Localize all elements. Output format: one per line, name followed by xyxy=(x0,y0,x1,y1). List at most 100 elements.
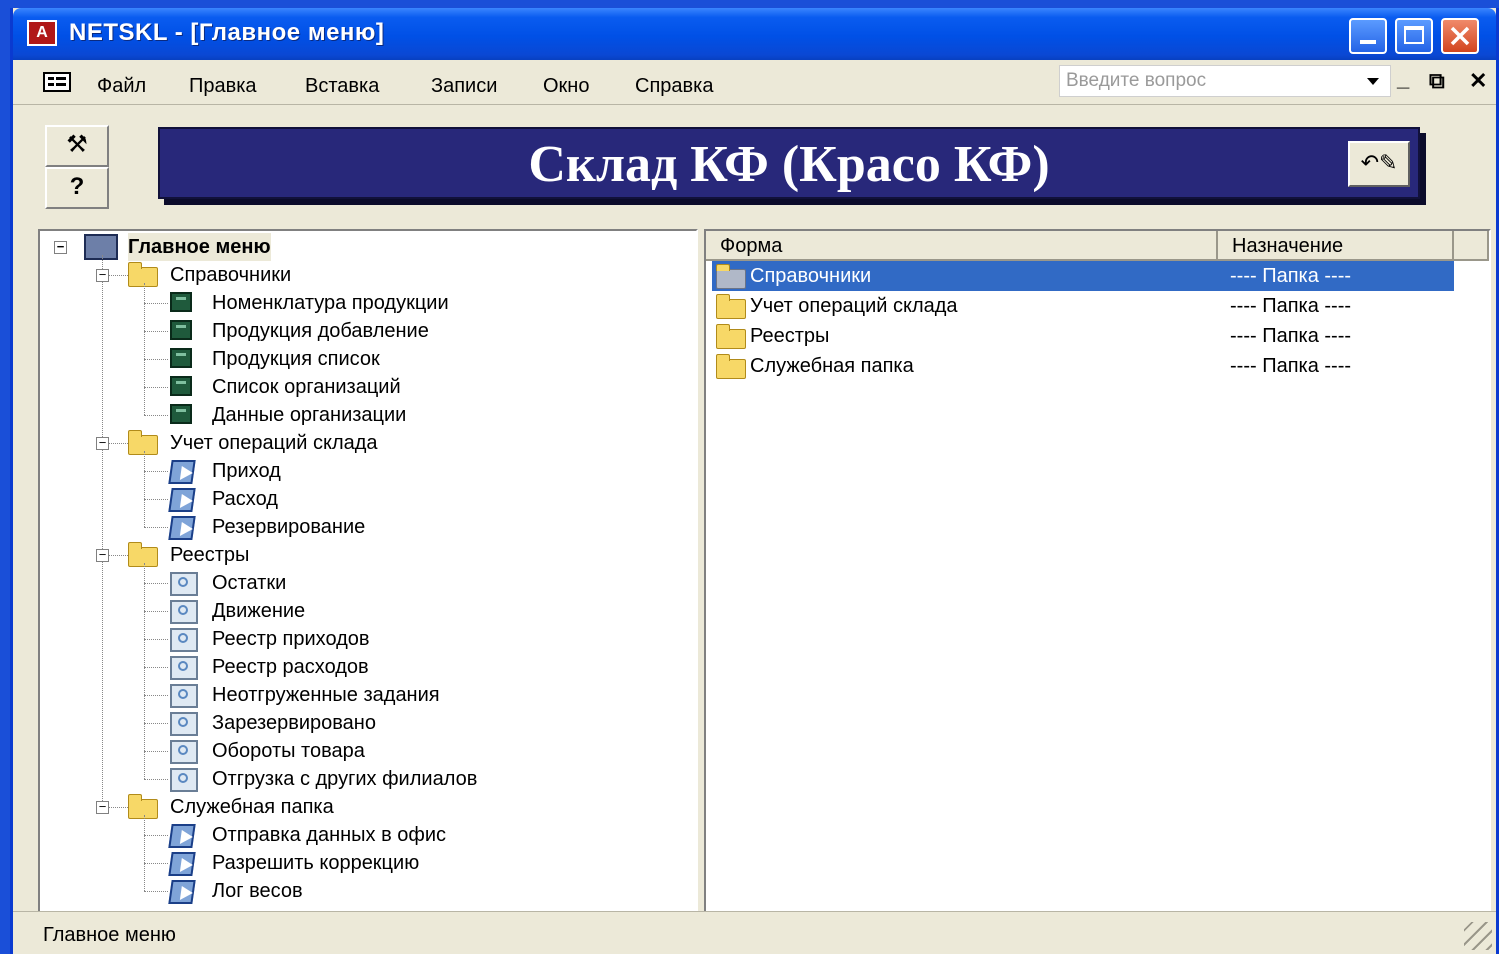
tree-item-label: Отгрузка с других филиалов xyxy=(212,768,478,790)
forms-list[interactable]: Форма Назначение Справочники ---- Папка -… xyxy=(704,229,1491,917)
question-dropdown-icon[interactable] xyxy=(1367,78,1379,85)
menu-tree[interactable]: − Главное меню − Справочники Номенклатура пр… xyxy=(38,229,698,917)
macro-icon xyxy=(168,488,196,512)
menu-insert[interactable]: Вставка xyxy=(305,75,379,98)
menu-file[interactable]: Файл xyxy=(97,75,146,98)
banner-title: Склад КФ (Красо КФ) xyxy=(528,136,1050,193)
collapse-icon[interactable]: − xyxy=(96,436,109,450)
form-control-icon[interactable] xyxy=(43,72,71,92)
tree-item[interactable]: Разрешить коррекцию xyxy=(40,849,660,877)
tree-item[interactable]: Отправка данных в офис xyxy=(40,821,660,849)
tree-folder[interactable]: − Реестры xyxy=(40,541,640,569)
list-row[interactable]: Справочники ---- Папка ---- xyxy=(712,261,1454,291)
tree-item[interactable]: Лог весов xyxy=(40,877,660,905)
form-icon xyxy=(170,348,192,368)
tree-item[interactable]: Резервирование xyxy=(40,513,660,541)
tree-item-label: Резервирование xyxy=(212,516,366,538)
mdi-minimize-icon[interactable]: _ xyxy=(1397,66,1409,92)
tree-item[interactable]: Обороты товара xyxy=(40,737,660,765)
folder-icon xyxy=(128,430,158,455)
main-menu-form: ⚒ ? Склад КФ (Красо КФ) ↶✎ − Главное меню… xyxy=(13,104,1496,917)
macro-icon xyxy=(168,880,196,904)
tree-root[interactable]: − Главное меню xyxy=(40,233,640,261)
exit-button[interactable]: ↶✎ xyxy=(1348,141,1410,187)
tree-item-label: Продукция список xyxy=(212,348,380,370)
form-icon xyxy=(170,404,192,424)
row-form-name: Справочники xyxy=(750,265,872,287)
row-purpose: ---- Папка ---- xyxy=(1230,265,1352,287)
tree-item[interactable]: Движение xyxy=(40,597,660,625)
minimize-button[interactable] xyxy=(1349,18,1387,54)
maximize-button[interactable] xyxy=(1395,18,1433,54)
tree-root-label: Главное меню xyxy=(128,233,271,261)
minimize-icon xyxy=(1360,40,1376,44)
tree-folder[interactable]: − Служебная папка xyxy=(40,793,640,821)
collapse-icon[interactable]: − xyxy=(96,268,109,282)
tree-item[interactable]: Номенклатура продукции xyxy=(40,289,660,317)
tree-folder-label: Учет операций склада xyxy=(170,432,378,454)
mdi-restore-icon[interactable]: ⧉ xyxy=(1429,68,1445,94)
column-header-form[interactable]: Форма xyxy=(706,231,1218,261)
tree-item-label: Обороты товара xyxy=(212,740,365,762)
menu-window[interactable]: Окно xyxy=(543,75,589,98)
tree-item[interactable]: Продукция добавление xyxy=(40,317,660,345)
folder-icon xyxy=(716,324,746,349)
folder-icon xyxy=(716,354,746,379)
window-title: NETSKL - [Главное меню] xyxy=(69,19,385,46)
tree-item[interactable]: Остатки xyxy=(40,569,660,597)
folder-icon xyxy=(716,294,746,319)
list-row[interactable]: Служебная папка ---- Папка ---- xyxy=(712,351,1454,381)
tree-item[interactable]: Данные организации xyxy=(40,401,660,429)
tree-guide xyxy=(144,359,168,360)
tree-item[interactable]: Продукция список xyxy=(40,345,660,373)
title-bar[interactable]: A NETSKL - [Главное меню] xyxy=(13,8,1496,60)
tree-folder[interactable]: − Учет операций склада xyxy=(40,429,640,457)
menu-edit[interactable]: Правка xyxy=(189,75,257,98)
tree-item[interactable]: Реестр расходов xyxy=(40,653,660,681)
menu-help[interactable]: Справка xyxy=(635,75,713,98)
column-header-purpose[interactable]: Назначение xyxy=(1218,231,1454,261)
menu-records[interactable]: Записи xyxy=(431,75,497,98)
report-icon xyxy=(170,628,198,652)
resize-grip-icon[interactable] xyxy=(1464,922,1492,950)
access-app-icon[interactable]: A xyxy=(27,20,57,46)
mdi-close-icon[interactable]: ✕ xyxy=(1469,68,1487,94)
tree-guide xyxy=(144,611,168,612)
tree-guide xyxy=(144,863,168,864)
close-button[interactable] xyxy=(1441,18,1479,54)
report-icon xyxy=(170,572,198,596)
tree-item[interactable]: Отгрузка с других филиалов xyxy=(40,765,660,793)
list-row[interactable]: Учет операций склада ---- Папка ---- xyxy=(712,291,1454,321)
tree-guide xyxy=(144,751,168,752)
folder-icon xyxy=(716,264,746,289)
tree-item[interactable]: Приход xyxy=(40,457,660,485)
collapse-icon[interactable]: − xyxy=(96,800,109,814)
tree-item-label: Неотгруженные задания xyxy=(212,684,440,706)
tree-guide xyxy=(144,667,168,668)
tree-item-label: Номенклатура продукции xyxy=(212,292,449,314)
question-input[interactable]: Введите вопрос xyxy=(1059,65,1391,97)
list-row[interactable]: Реестры ---- Папка ---- xyxy=(712,321,1454,351)
column-header-filler xyxy=(1454,231,1489,261)
tree-folder-label: Справочники xyxy=(170,264,292,286)
tree-guide xyxy=(144,723,168,724)
tree-item[interactable]: Зарезервировано xyxy=(40,709,660,737)
tree-item-label: Разрешить коррекцию xyxy=(212,852,420,874)
collapse-icon[interactable]: − xyxy=(54,240,67,254)
tree-item[interactable]: Расход xyxy=(40,485,660,513)
form-icon xyxy=(170,376,192,396)
switchboard-icon xyxy=(84,234,118,260)
tree-item[interactable]: Неотгруженные задания xyxy=(40,681,660,709)
tree-guide xyxy=(144,815,145,891)
tree-guide xyxy=(144,835,168,836)
tree-item-label: Данные организации xyxy=(212,404,407,426)
design-tools-button[interactable]: ⚒ xyxy=(45,125,109,167)
tree-item[interactable]: Реестр приходов xyxy=(40,625,660,653)
help-button[interactable]: ? xyxy=(45,167,109,209)
collapse-icon[interactable]: − xyxy=(96,548,109,562)
tree-item[interactable]: Список организаций xyxy=(40,373,660,401)
report-icon xyxy=(170,684,198,708)
undo-pencil-icon: ↶✎ xyxy=(1360,150,1398,175)
tree-folder[interactable]: − Справочники xyxy=(40,261,640,289)
macro-icon xyxy=(168,460,196,484)
